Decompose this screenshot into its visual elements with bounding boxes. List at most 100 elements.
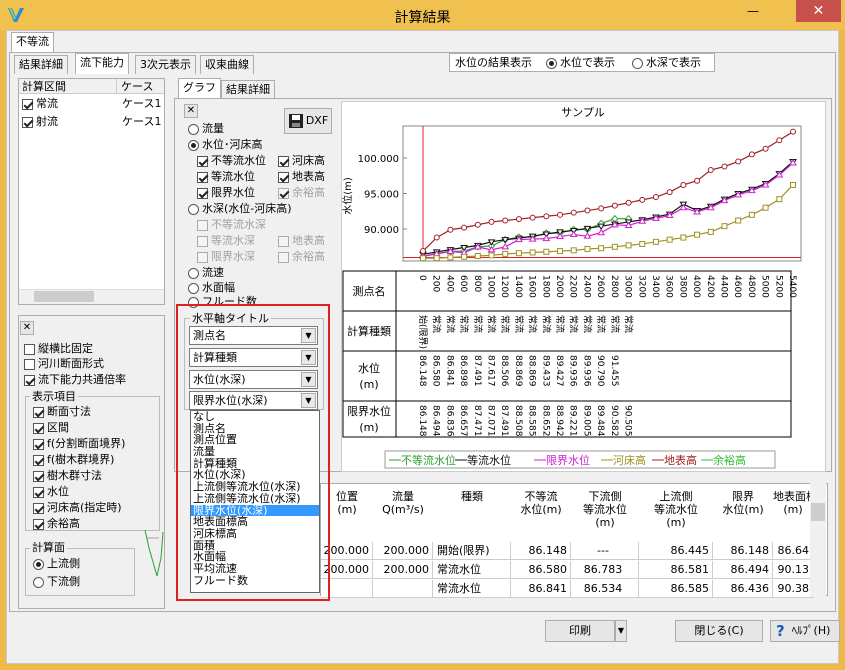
check-section-dims[interactable]: 断面寸法 (33, 404, 91, 419)
check-d-margin[interactable]: 余裕高 (278, 249, 325, 264)
dropdown-option[interactable]: 上流側等流水位(水深) (191, 481, 319, 493)
radio-flow[interactable]: 流量 (188, 121, 224, 136)
section-name: 常流 (36, 97, 58, 110)
tab-3d-view[interactable]: 3次元表示 (135, 55, 196, 74)
minimize-button[interactable]: — (740, 2, 766, 20)
checkbox-icon (197, 219, 208, 231)
detail-table-cell: 86.841 (511, 580, 571, 598)
check-nonuniform-wl[interactable]: 不等流水位 (197, 153, 266, 168)
check-margin[interactable]: 余裕高 (33, 516, 80, 531)
scroll-thumb[interactable] (811, 503, 825, 521)
dropdown-option[interactable]: フルード数 (191, 575, 319, 587)
axis-dropdown-1[interactable]: 測点名 ▼ (189, 326, 318, 345)
dropdown-option[interactable]: 平均流速 (191, 563, 319, 575)
dropdown-option[interactable]: 水位(水深) (191, 469, 319, 481)
v-scrollbar[interactable] (810, 483, 826, 596)
tab-result-detail[interactable]: 結果詳細 (14, 55, 68, 74)
check-ground-height[interactable]: 地表高 (278, 169, 325, 184)
data-table-value: 88.869 (513, 355, 523, 387)
checkbox-icon (24, 343, 35, 355)
radio-show-level[interactable]: 水位で表示 (546, 55, 615, 70)
col-section[interactable]: 計算区間 (22, 79, 66, 94)
detail-table[interactable]: 位置 (m) 流量 Q(m³/s) 種類 不等流 水位(m) 下流側 等流水位 (m) 上… (320, 483, 828, 598)
y-tick-label: 90.000 (364, 225, 399, 236)
radio-upstream[interactable]: 上流側 (33, 556, 80, 571)
check-f-sep[interactable]: f(分割断面境界) (33, 436, 125, 451)
scroll-thumb[interactable] (34, 291, 94, 302)
close-options-button[interactable]: ✕ (184, 104, 198, 118)
tab-detail[interactable]: 結果詳細 (221, 80, 275, 99)
dropdown-option[interactable]: 地表面標高 (191, 516, 319, 528)
axis-dropdown-2[interactable]: 計算種類 ▼ (189, 348, 318, 367)
axis-dropdown-3[interactable]: 水位(水深) ▼ (189, 370, 318, 389)
radio-level-bed[interactable]: 水位･河床高 (188, 137, 263, 152)
check-f-tree[interactable]: f(樹木群境界) (33, 452, 114, 467)
data-table-value: 86.580 (431, 355, 441, 387)
check-d-nonuniform[interactable]: 不等流水深 (197, 217, 266, 232)
close-options-panel-button[interactable]: ✕ (20, 321, 34, 335)
radio-velocity[interactable]: 流速 (188, 265, 224, 280)
dropdown-option[interactable]: 面積 (191, 540, 319, 552)
data-point (474, 253, 481, 260)
check-d-ground[interactable]: 地表高 (278, 233, 325, 248)
check-tree-dims[interactable]: 樹木群寸法 (33, 468, 102, 483)
data-table-value: 4600 (732, 275, 742, 298)
dropdown-option[interactable]: 流量 (191, 446, 319, 458)
dropdown-list[interactable]: なし 測点名 測点位置 流量 計算種類 水位(水深) 上流側等流水位(水深) 上流側等流水位(… (190, 410, 320, 593)
check-d-uniform[interactable]: 等流水深 (197, 233, 255, 248)
data-point (557, 248, 564, 255)
dropdown-option[interactable]: 河床標高 (191, 528, 319, 540)
data-point (790, 181, 796, 188)
radio-depth[interactable]: 水深(水位-河床高) (188, 201, 292, 216)
check-margin-height[interactable]: 余裕高 (278, 185, 325, 200)
check-uniform-wl[interactable]: 等流水位 (197, 169, 255, 184)
check-bed-height[interactable]: 河床高 (278, 153, 325, 168)
section-row-normal[interactable]: 常流 (22, 96, 58, 111)
data-table-value: 常流 (623, 315, 635, 333)
check-common-ratio[interactable]: 流下能力共通倍率 (24, 372, 126, 387)
dropdown-option[interactable]: 測点名 (191, 423, 319, 435)
data-point (735, 158, 742, 165)
check-water-level[interactable]: 水位 (33, 484, 69, 499)
checkbox-icon (33, 438, 44, 450)
print-dropdown-button[interactable]: ▼ (615, 620, 627, 642)
check-critical-wl[interactable]: 限界水位 (197, 185, 255, 200)
dropdown-option[interactable]: 上流側等流水位(水深) (191, 493, 319, 505)
check-label: f(分割断面境界) (47, 437, 126, 450)
tab-convergence[interactable]: 収束曲線 (200, 55, 254, 74)
close-button[interactable]: 閉じる(C) (675, 620, 763, 642)
print-button[interactable]: 印刷 (545, 620, 615, 642)
radio-icon (188, 296, 199, 308)
data-table-value: 89.936 (568, 355, 578, 387)
data-point (488, 218, 495, 225)
section-row-super[interactable]: 射流 (22, 114, 58, 129)
radio-show-depth[interactable]: 水深で表示 (632, 55, 701, 70)
radio-downstream[interactable]: 下流側 (33, 574, 80, 589)
check-river-shape[interactable]: 河川断面形式 (24, 356, 104, 371)
close-window-button[interactable]: ✕ (796, 0, 841, 22)
dropdown-option[interactable]: 水面幅 (191, 551, 319, 563)
col-case[interactable]: ケース (121, 79, 153, 94)
axis-dropdown-4[interactable]: 限界水位(水深) ▼ (189, 391, 318, 410)
data-table-value: 400 (444, 275, 454, 292)
check-label: 河川断面形式 (38, 357, 104, 370)
dropdown-option[interactable]: 限界水位(水深) (191, 504, 319, 517)
check-section[interactable]: 区間 (33, 420, 69, 435)
radio-froude[interactable]: フルード数 (188, 294, 257, 309)
dropdown-option[interactable]: なし (191, 411, 319, 423)
check-label: 縦横比固定 (38, 342, 93, 355)
radio-surface-width[interactable]: 水面幅 (188, 280, 235, 295)
display-mode-label: 水位の結果表示 (455, 56, 532, 69)
dropdown-option[interactable]: 測点位置 (191, 434, 319, 446)
section-list[interactable] (18, 78, 165, 305)
tab-flow-capacity[interactable]: 流下能力 (75, 53, 129, 74)
dropdown-option[interactable]: 計算種類 (191, 458, 319, 470)
data-point (433, 234, 440, 241)
tab-graph[interactable]: グラフ (178, 78, 221, 99)
tab-nonuniform[interactable]: 不等流 (11, 32, 54, 53)
check-bed-spec[interactable]: 河床高(指定時) (33, 500, 122, 515)
check-d-critical[interactable]: 限界水深 (197, 249, 255, 264)
data-table-value: 1200 (499, 275, 509, 298)
check-fixed-ratio[interactable]: 縦横比固定 (24, 341, 93, 356)
section-case: ケース1 (122, 115, 162, 128)
